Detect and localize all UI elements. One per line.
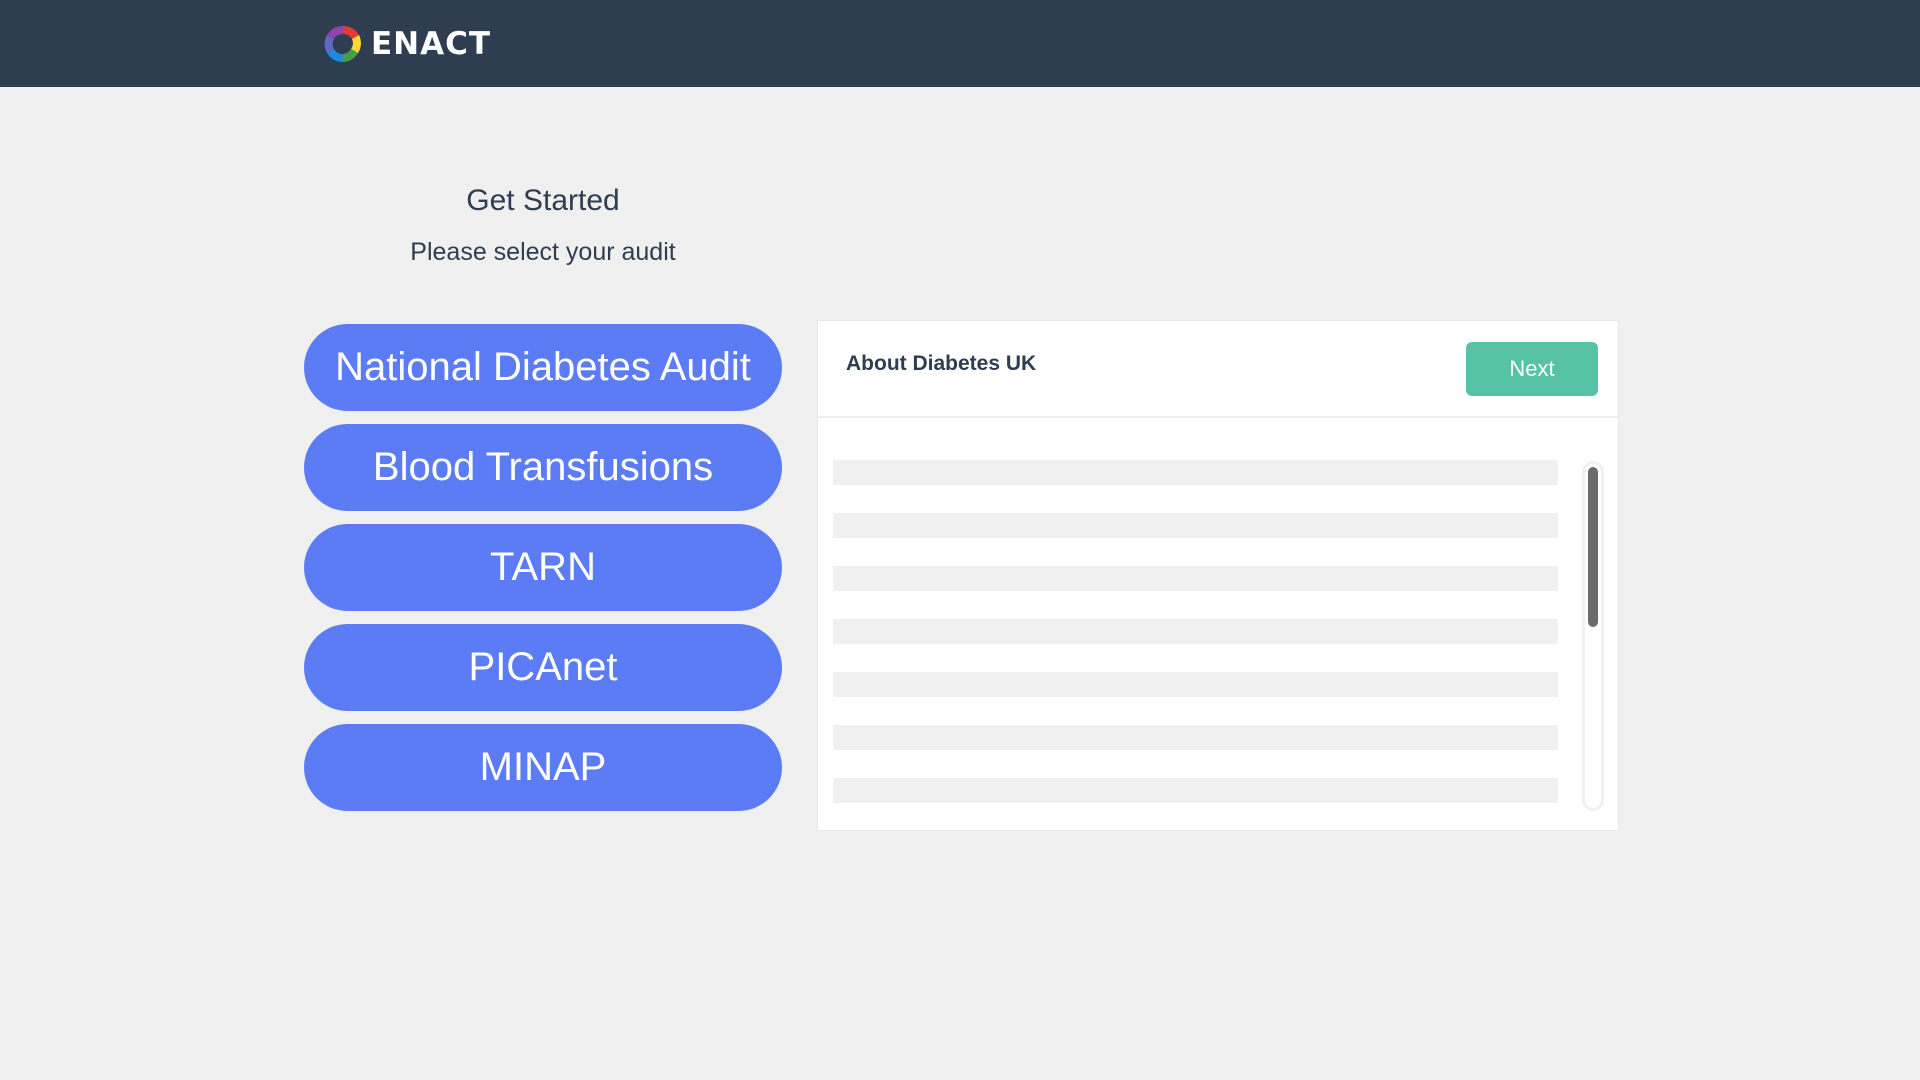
page-title: Get Started	[466, 184, 620, 217]
audit-button-tarn[interactable]: TARN	[304, 524, 782, 611]
scrollbar-thumb[interactable]	[1588, 467, 1598, 627]
placeholder-line	[833, 513, 1558, 538]
audit-button-blood-transfusions[interactable]: Blood Transfusions	[304, 424, 782, 511]
logo-text: ENACT	[371, 26, 492, 62]
audit-button-picanet[interactable]: PICAnet	[304, 624, 782, 711]
panel-title: About Diabetes UK	[846, 352, 1037, 375]
audit-button-minap[interactable]: MINAP	[304, 724, 782, 811]
enact-logo-icon	[324, 25, 361, 63]
audit-list: National Diabetes Audit Blood Transfusio…	[304, 324, 782, 824]
page-subtitle: Please select your audit	[410, 238, 676, 266]
audit-info-panel: About Diabetes UK Next	[817, 320, 1619, 831]
placeholder-line	[833, 672, 1558, 697]
audit-button-national-diabetes-audit[interactable]: National Diabetes Audit	[304, 324, 782, 411]
scrollbar-track[interactable]	[1582, 461, 1604, 811]
next-button[interactable]: Next	[1466, 342, 1598, 396]
content-loading-placeholder	[833, 460, 1558, 831]
placeholder-line	[833, 619, 1558, 644]
panel-header: About Diabetes UK Next	[818, 321, 1618, 418]
placeholder-line	[833, 566, 1558, 591]
placeholder-line	[833, 725, 1558, 750]
placeholder-line	[833, 778, 1558, 803]
enact-logo[interactable]: ENACT	[321, 20, 491, 68]
top-navigation-bar: ENACT	[0, 0, 1920, 87]
placeholder-line	[833, 460, 1558, 485]
